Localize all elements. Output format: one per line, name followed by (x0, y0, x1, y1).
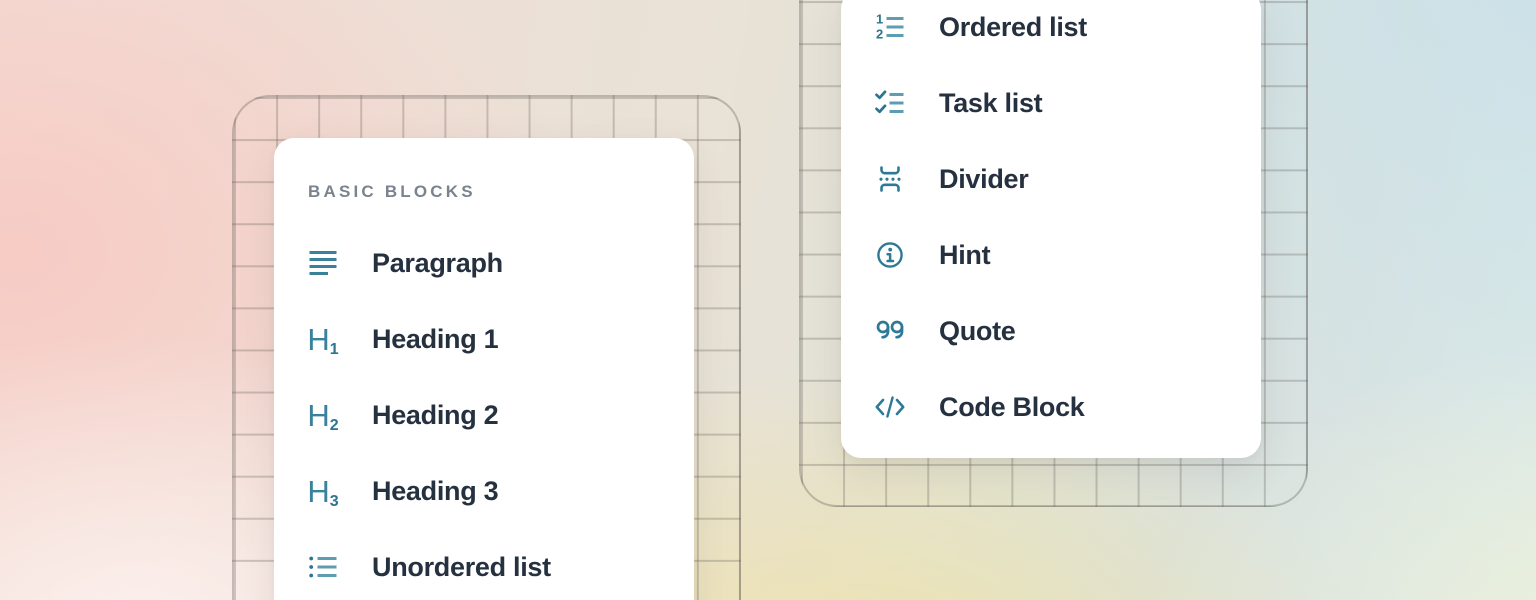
quote-icon (875, 316, 905, 346)
svg-text:2: 2 (876, 27, 883, 42)
divider-icon (875, 164, 905, 194)
menu-item-heading-2[interactable]: H2 Heading 2 (308, 377, 694, 453)
menu-item-icon-slot (875, 316, 905, 346)
menu-item-hint[interactable]: Hint (875, 217, 1261, 293)
menu-item-icon-slot (875, 240, 905, 270)
menu-item-code-block[interactable]: Code Block (875, 369, 1261, 445)
menu-item-icon-slot (308, 552, 338, 582)
menu-item-list: 1 2 Ordered list Task list Divider (875, 0, 1261, 445)
svg-text:1: 1 (876, 12, 883, 27)
menu-item-icon-slot: H3 (308, 476, 338, 506)
menu-item-quote[interactable]: Quote (875, 293, 1261, 369)
hero-background: BASIC BLOCKS Paragraph H1 Heading 1 H2 H… (0, 0, 1536, 600)
unordered-list-icon (308, 552, 338, 582)
menu-item-icon-slot (875, 392, 905, 422)
task-list-icon (875, 88, 905, 118)
menu-item-unordered-list[interactable]: Unordered list (308, 529, 694, 600)
menu-item-icon-slot: 1 2 (875, 12, 905, 42)
menu-item-divider[interactable]: Divider (875, 141, 1261, 217)
ordered-list-icon: 1 2 (875, 12, 905, 42)
menu-item-icon-slot: H2 (308, 400, 338, 430)
menu-item-icon-slot (875, 88, 905, 118)
menu-item-heading-3[interactable]: H3 Heading 3 (308, 453, 694, 529)
blocks-menu-continued: 1 2 Ordered list Task list Divider (841, 0, 1261, 458)
menu-item-task-list[interactable]: Task list (875, 65, 1261, 141)
menu-item-label: Paragraph (372, 248, 503, 279)
menu-item-label: Heading 1 (372, 324, 498, 355)
menu-item-label: Divider (939, 164, 1028, 195)
menu-item-label: Unordered list (372, 552, 551, 583)
code-block-icon (875, 392, 905, 422)
heading3-icon: H3 (308, 476, 338, 506)
menu-item-list: Paragraph H1 Heading 1 H2 Heading 2 H3 H… (308, 225, 694, 600)
menu-item-label: Task list (939, 88, 1042, 119)
menu-item-icon-slot (875, 164, 905, 194)
menu-item-ordered-list[interactable]: 1 2 Ordered list (875, 0, 1261, 65)
menu-item-heading-1[interactable]: H1 Heading 1 (308, 301, 694, 377)
menu-item-icon-slot: H1 (308, 324, 338, 354)
hint-icon (875, 240, 905, 270)
section-label: BASIC BLOCKS (308, 182, 694, 202)
menu-item-label: Quote (939, 316, 1016, 347)
menu-item-label: Hint (939, 240, 990, 271)
heading1-icon: H1 (308, 324, 338, 354)
basic-blocks-menu: BASIC BLOCKS Paragraph H1 Heading 1 H2 H… (274, 138, 694, 600)
menu-item-paragraph[interactable]: Paragraph (308, 225, 694, 301)
menu-item-label: Code Block (939, 392, 1085, 423)
menu-item-label: Heading 3 (372, 476, 498, 507)
heading2-icon: H2 (308, 400, 338, 430)
paragraph-icon (308, 248, 338, 278)
menu-item-icon-slot (308, 248, 338, 278)
menu-item-label: Ordered list (939, 12, 1087, 43)
menu-item-label: Heading 2 (372, 400, 498, 431)
